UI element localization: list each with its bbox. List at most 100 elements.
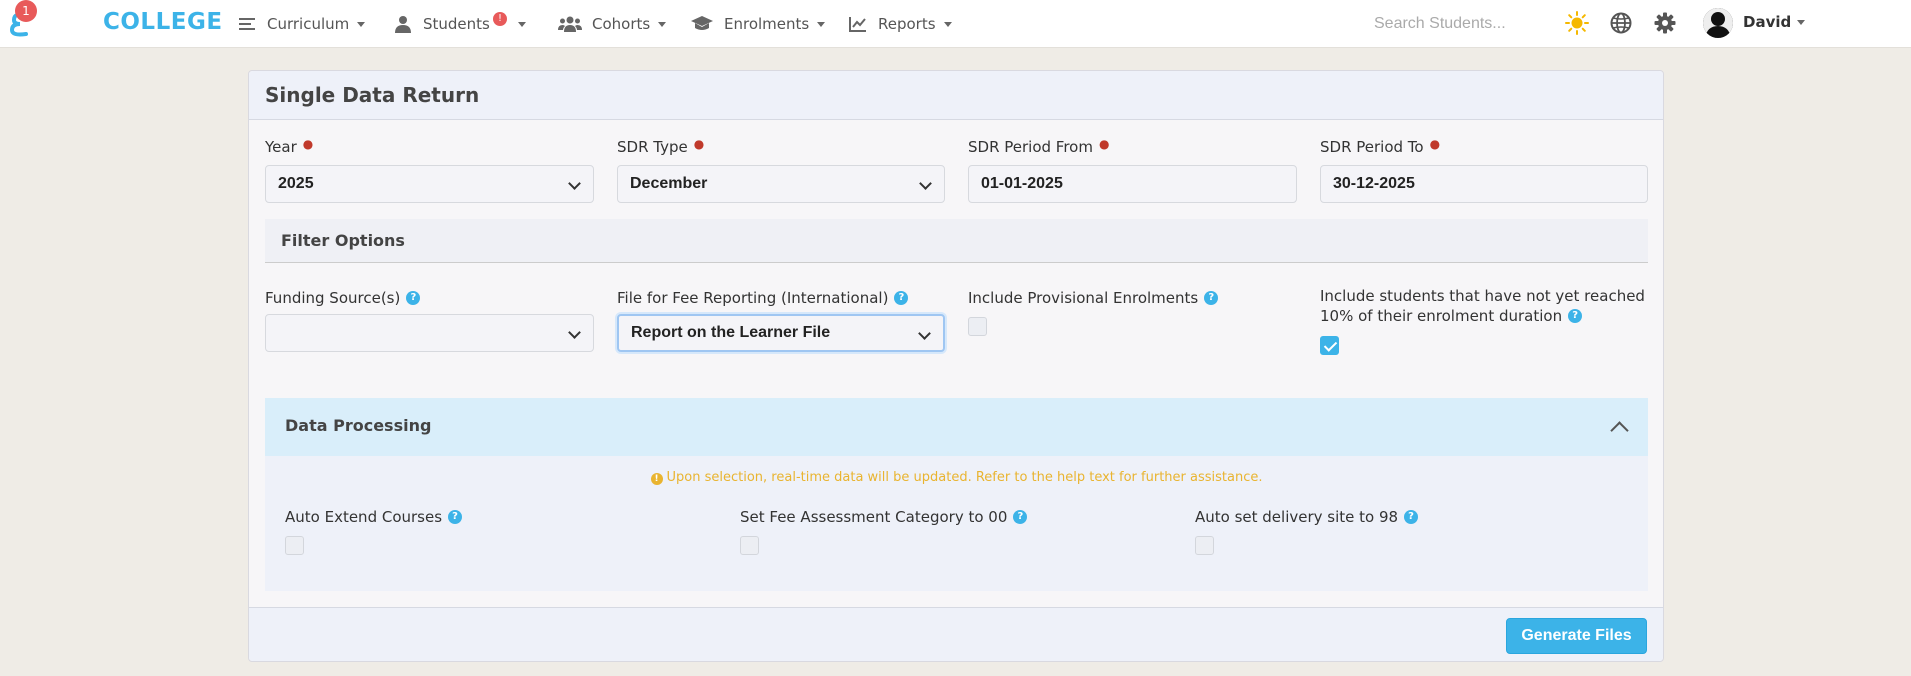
card-header: Single Data Return — [249, 71, 1663, 120]
chevron-down-icon — [568, 177, 581, 190]
data-processing-title: Data Processing — [285, 416, 432, 435]
search-input[interactable] — [1374, 12, 1534, 36]
delivery-site-label: Auto set delivery site to 98? — [1195, 508, 1419, 526]
chevron-up-icon[interactable] — [1610, 421, 1629, 440]
nav-cohorts[interactable]: Cohorts — [558, 12, 667, 36]
help-icon[interactable]: ? — [894, 291, 909, 305]
alert-badge: ! — [493, 12, 507, 26]
menu-icon — [237, 14, 257, 34]
label-text: File for Fee Reporting (International) — [617, 289, 889, 307]
ten-percent-checkbox[interactable] — [1320, 336, 1339, 355]
year-select[interactable]: 2025 — [265, 165, 594, 203]
warning-icon: ! — [650, 473, 663, 485]
notification-badge[interactable]: 1 — [15, 0, 37, 22]
chevron-down-icon — [919, 177, 932, 190]
required-icon: ● — [302, 137, 314, 151]
label-text: 10% of their enrolment duration — [1320, 307, 1563, 325]
nav-curriculum[interactable]: Curriculum — [237, 12, 366, 36]
label-text: SDR Period From — [968, 138, 1093, 156]
filter-options-header: Filter Options — [265, 219, 1648, 263]
ten-percent-label-line2: 10% of their enrolment duration? — [1320, 307, 1583, 325]
nav-label: Reports — [878, 15, 936, 33]
sun-icon[interactable] — [1565, 11, 1589, 35]
sdr-card: Single Data Return Year ● 2025 SDR Type ● … — [248, 70, 1664, 662]
label-text: SDR Period To — [1320, 138, 1424, 156]
data-processing-header[interactable]: Data Processing — [265, 398, 1648, 456]
nav-students[interactable]: Students ! — [393, 12, 526, 36]
label-text: SDR Type — [617, 138, 688, 156]
label-text: Auto set delivery site to 98 — [1195, 508, 1399, 526]
auto-extend-checkbox[interactable] — [285, 536, 304, 555]
card-footer: Generate Files — [249, 607, 1663, 661]
input-value: 01-01-2025 — [981, 175, 1063, 192]
nav-reports[interactable]: Reports — [848, 12, 952, 36]
generate-files-button[interactable]: Generate Files — [1506, 618, 1647, 654]
required-icon: ● — [693, 137, 705, 151]
chevron-down-icon — [918, 327, 931, 340]
nav-label: Curriculum — [267, 15, 350, 33]
label-text: Year — [265, 138, 297, 156]
brand-name[interactable]: COLLEGE — [103, 9, 223, 35]
help-icon[interactable]: ? — [1568, 309, 1583, 323]
provisional-checkbox[interactable] — [968, 317, 987, 336]
caret-down-icon — [658, 21, 667, 27]
funding-source-select[interactable] — [265, 314, 594, 352]
help-icon[interactable]: ? — [406, 291, 421, 305]
sdr-type-select[interactable]: December — [617, 165, 945, 203]
top-navbar: 1 COLLEGE Curriculum Students ! Cohorts … — [0, 0, 1911, 48]
user-menu[interactable]: David — [1743, 13, 1806, 31]
period-from-label: SDR Period From ● — [968, 137, 1110, 156]
label-text: Set Fee Assessment Category to 00 — [740, 508, 1008, 526]
fee-assessment-label: Set Fee Assessment Category to 00? — [740, 508, 1028, 526]
input-value: 30-12-2025 — [1333, 175, 1415, 192]
period-to-input[interactable]: 30-12-2025 — [1320, 165, 1648, 203]
select-value: Report on the Learner File — [631, 324, 831, 341]
data-processing-panel: Data Processing ! Upon selection, real-ti… — [265, 398, 1648, 591]
label-text: Include Provisional Enrolments — [968, 289, 1199, 307]
sdr-type-label: SDR Type ● — [617, 137, 705, 156]
gear-icon[interactable] — [1653, 11, 1677, 35]
avatar[interactable] — [1703, 8, 1733, 38]
select-value: December — [630, 175, 708, 192]
label-text: Funding Source(s) — [265, 289, 401, 307]
funding-source-label: Funding Source(s)? — [265, 289, 421, 307]
caret-down-icon — [817, 21, 826, 27]
graduation-cap-icon — [690, 14, 714, 34]
caret-down-icon — [357, 21, 366, 27]
nav-label: Cohorts — [592, 15, 651, 33]
fee-file-label: File for Fee Reporting (International)? — [617, 289, 909, 307]
page-title: Single Data Return — [265, 83, 480, 107]
required-icon: ● — [1098, 137, 1110, 151]
warning-note: ! Upon selection, real-time data will be … — [265, 470, 1648, 485]
fee-assessment-checkbox[interactable] — [740, 536, 759, 555]
filter-title: Filter Options — [281, 231, 405, 250]
required-icon: ● — [1429, 137, 1441, 151]
label-text: Auto Extend Courses — [285, 508, 443, 526]
period-to-label: SDR Period To ● — [1320, 137, 1441, 156]
nav-label: Students — [423, 15, 490, 33]
globe-icon[interactable] — [1609, 11, 1633, 35]
note-text: Upon selection, real-time data will be u… — [666, 470, 1263, 485]
nav-label: Enrolments — [724, 15, 810, 33]
year-label: Year ● — [265, 137, 314, 156]
line-chart-icon — [848, 14, 868, 34]
caret-down-icon — [943, 21, 952, 27]
period-from-input[interactable]: 01-01-2025 — [968, 165, 1297, 203]
auto-extend-label: Auto Extend Courses? — [285, 508, 463, 526]
caret-down-icon — [1797, 19, 1806, 25]
select-value: 2025 — [278, 175, 314, 192]
help-icon[interactable]: ? — [1204, 291, 1219, 305]
help-icon[interactable]: ? — [1013, 510, 1028, 524]
ten-percent-label-line1: Include students that have not yet reach… — [1320, 287, 1645, 305]
caret-down-icon — [517, 21, 526, 27]
help-icon[interactable]: ? — [448, 510, 463, 524]
user-icon — [393, 14, 413, 34]
username-label: David — [1743, 13, 1792, 31]
label-text: Include students that have not yet reach… — [1320, 287, 1645, 305]
help-icon[interactable]: ? — [1404, 510, 1419, 524]
nav-enrolments[interactable]: Enrolments — [690, 12, 826, 36]
provisional-label: Include Provisional Enrolments? — [968, 289, 1219, 307]
fee-file-select[interactable]: Report on the Learner File — [617, 314, 945, 352]
delivery-site-checkbox[interactable] — [1195, 536, 1214, 555]
users-icon — [558, 14, 582, 34]
